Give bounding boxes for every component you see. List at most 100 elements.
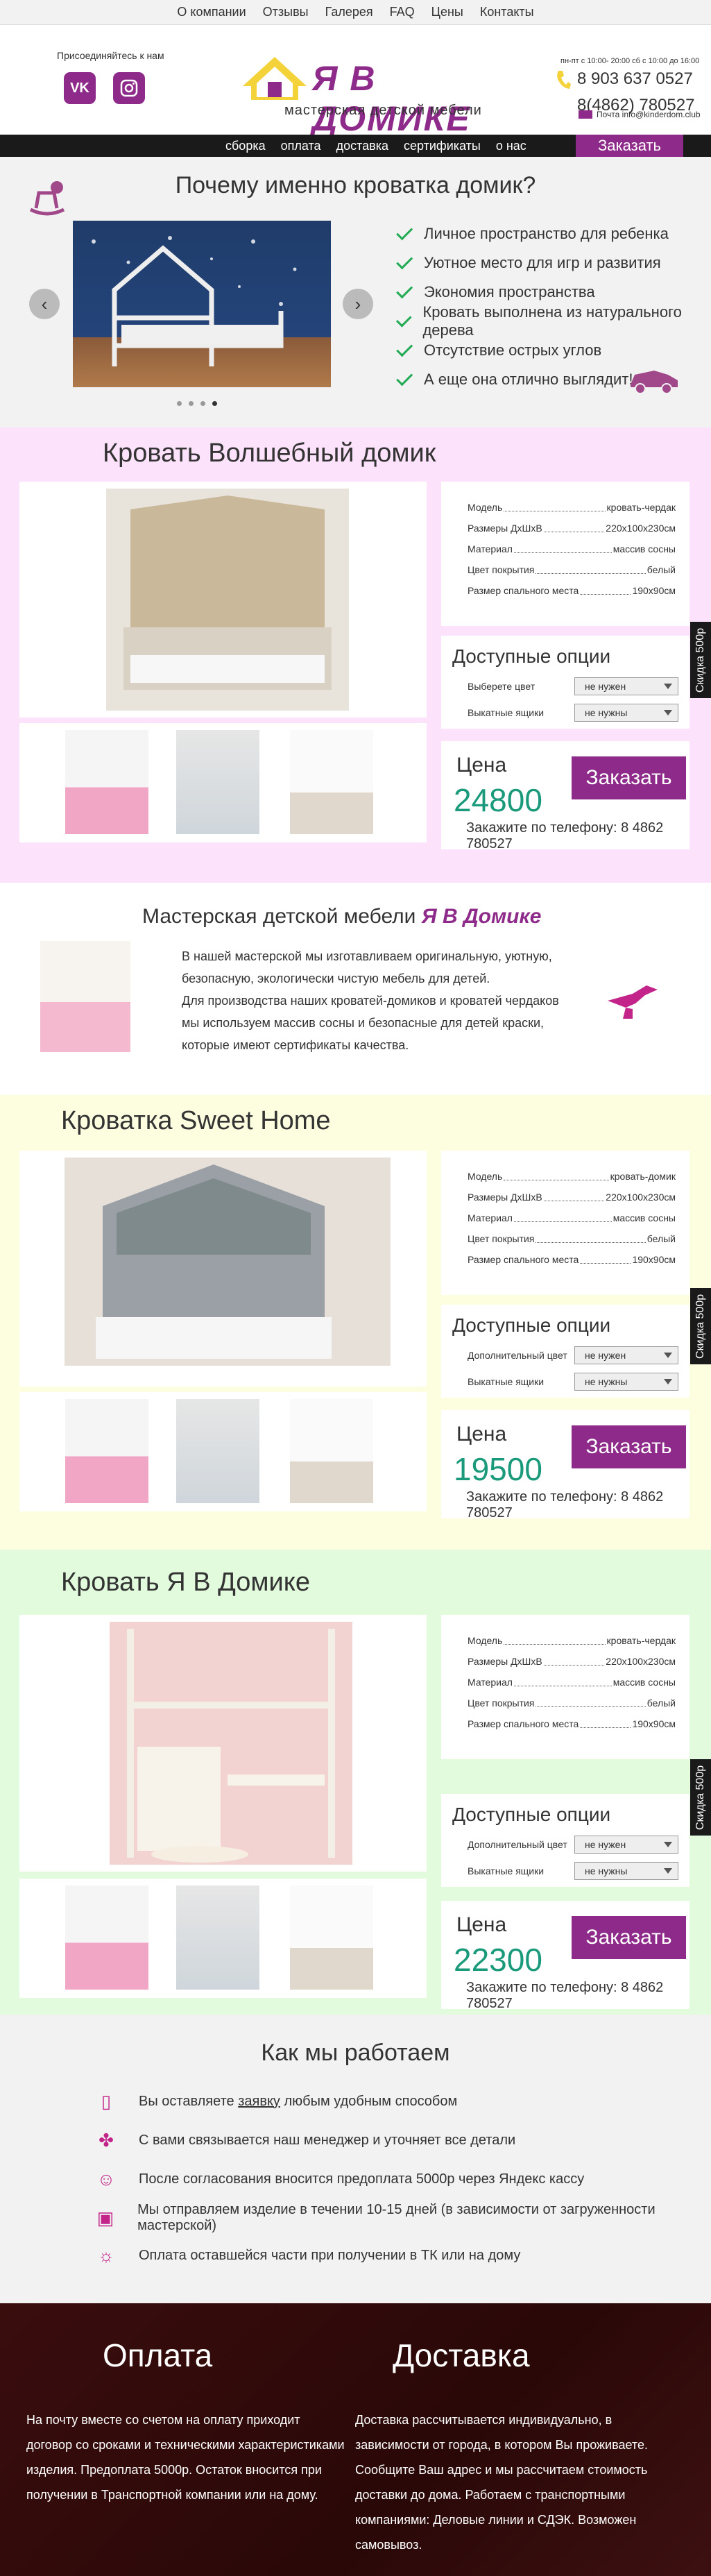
slider-dot[interactable]: [177, 401, 182, 406]
logo[interactable]: Я В ДОМИКЕ мастерская детской мебели: [236, 54, 486, 138]
vk-icon[interactable]: VK: [64, 72, 96, 104]
about-section: Мастерская детской мебели Я В Домике В н…: [0, 883, 711, 1095]
slider-dot[interactable]: [189, 401, 194, 406]
price-value: 24800: [454, 782, 542, 818]
step-item: ☺ После согласования вносится предоплата …: [92, 2162, 585, 2196]
product-thumbnails: [19, 1392, 427, 1511]
stork-icon: [608, 985, 658, 1019]
menu-reviews[interactable]: Отзывы: [263, 5, 309, 19]
social-label: Присоединяйтесь к нам: [57, 50, 164, 61]
how-title: Как мы работаем: [261, 2040, 450, 2066]
order-button[interactable]: Заказать: [572, 1916, 686, 1959]
order-button[interactable]: Заказать: [572, 1425, 686, 1468]
product-main-image: [19, 482, 427, 718]
work-hours: пн-пт с 10:00- 20:00 сб с 10:00 до 16:00: [560, 57, 700, 65]
email[interactable]: Почта info@kinderdom.club: [579, 110, 701, 119]
toy-car-icon: [631, 371, 678, 394]
nav-about[interactable]: о нас: [496, 139, 526, 153]
drawers-select[interactable]: не нужны: [574, 1862, 678, 1880]
feature-item: Кровать выполнена из натурального дерева: [395, 303, 711, 339]
menu-about[interactable]: О компании: [177, 5, 246, 19]
spec-row: Модель кровать-чердак: [468, 1635, 676, 1646]
menu-faq[interactable]: FAQ: [390, 5, 415, 19]
options-title: Доступные опции: [452, 1314, 611, 1336]
thumbnail[interactable]: [290, 1886, 373, 1990]
check-icon: [396, 282, 413, 299]
nav-certificates[interactable]: сертификаты: [404, 139, 481, 153]
menu-contacts[interactable]: Контакты: [480, 5, 534, 19]
product-title: Кроватка Sweet Home: [61, 1106, 331, 1135]
envelope-icon: [579, 110, 592, 119]
chevron-down-icon: [664, 1842, 672, 1847]
product-thumbnails: [19, 723, 427, 842]
feature-item: Личное пространство для ребенка: [396, 219, 711, 248]
toy-train-icon: ▣: [96, 2207, 114, 2228]
instagram-icon[interactable]: [113, 72, 145, 104]
slider-dot[interactable]: [200, 401, 205, 406]
about-text-2: Для производства наших кроватей-домиков …: [182, 994, 559, 1052]
spec-row: Размер спального места 190x90см: [468, 585, 676, 596]
baby-face-icon: ☺: [96, 2168, 116, 2189]
discount-tab[interactable]: Скидка 500р: [690, 1759, 711, 1836]
discount-tab[interactable]: Скидка 500р: [690, 622, 711, 698]
payment-title: Оплата: [103, 2337, 213, 2373]
color-select[interactable]: не нужен: [574, 677, 678, 695]
product-title: Кровать Я В Домике: [61, 1568, 310, 1597]
spec-row: Цвет покрытия белый: [468, 1697, 676, 1709]
slider-prev-button[interactable]: ‹: [29, 289, 60, 319]
about-title: Мастерская детской мебели Я В Домике: [142, 905, 542, 928]
menu-gallery[interactable]: Галерея: [325, 5, 373, 19]
spec-row: Размеры ДхШхВ 220x100x230см: [468, 1656, 676, 1667]
nav-delivery[interactable]: доставка: [336, 139, 388, 153]
option-label: Дополнительный цвет: [468, 1839, 567, 1850]
product-title: Кровать Волшебный домик: [103, 439, 436, 468]
feature-item: Отсутствие острых углов: [396, 336, 711, 365]
spec-row: Размеры ДхШхВ 220x100x230см: [468, 523, 676, 534]
chevron-down-icon: [664, 710, 672, 715]
thumbnail[interactable]: [176, 1399, 259, 1503]
spec-table: Модель кровать-домик Размеры ДхШхВ 220x100…: [441, 1151, 689, 1295]
header: Присоединяйтесь к нам VK Я В ДОМИКЕ маст…: [0, 25, 711, 138]
logo-subtitle: мастерская детской мебели: [284, 103, 482, 118]
thumbnail[interactable]: [290, 1399, 373, 1503]
order-button[interactable]: Заказать: [572, 756, 686, 799]
spec-table: Модель кровать-чердак Размеры ДхШхВ 220x10…: [441, 1615, 689, 1759]
product-thumbnails: [19, 1879, 427, 1998]
options-panel: Доступные опции Дополнительный цвет не ну…: [441, 1794, 689, 1887]
discount-tab[interactable]: Скидка 500р: [690, 1288, 711, 1364]
price-panel: Цена 19500 Заказать Закажите по телефону…: [441, 1410, 689, 1520]
color-select[interactable]: не нужен: [574, 1346, 678, 1364]
footer: Оплата На почту вместе со счетом на опла…: [0, 2303, 711, 2576]
check-icon: [396, 340, 413, 357]
thumbnail[interactable]: [176, 1886, 259, 1990]
color-select[interactable]: не нужен: [574, 1836, 678, 1854]
menu-prices[interactable]: Цены: [431, 5, 463, 19]
options-panel: Доступные опции Дополнительный цвет не ну…: [441, 1305, 689, 1398]
price-value: 22300: [454, 1942, 542, 1978]
phone-1[interactable]: 8 903 637 0527: [577, 69, 693, 89]
product-section-2: Кроватка Sweet Home Модель кровать-домик …: [0, 1095, 711, 1550]
options-title: Доступные опции: [452, 1804, 611, 1825]
thumbnail[interactable]: [65, 1399, 148, 1503]
order-button-top[interactable]: Заказать: [576, 135, 683, 157]
thumbnail[interactable]: [290, 730, 373, 834]
logo-title: Я В ДОМИКЕ: [312, 59, 471, 138]
slider-dot-active[interactable]: [212, 401, 217, 406]
thumbnail[interactable]: [65, 1886, 148, 1990]
thumbnail[interactable]: [65, 730, 148, 834]
price-panel: Цена 22300 Заказать Закажите по телефону…: [441, 1901, 689, 2011]
drawers-select[interactable]: не нужны: [574, 704, 678, 722]
product-section-1: Кровать Волшебный домик Модель кровать-че…: [0, 427, 711, 883]
check-icon: [396, 369, 413, 387]
drawers-select[interactable]: не нужны: [574, 1373, 678, 1391]
option-label: Выкатные ящики: [468, 1376, 545, 1387]
nav-assembly[interactable]: сборка: [225, 139, 266, 153]
brand-name: Я В Домике: [421, 905, 542, 928]
request-link[interactable]: заявку: [238, 2094, 280, 2109]
slider-next-button[interactable]: ›: [343, 289, 373, 319]
check-icon: [395, 311, 412, 328]
how-section: Как мы работаем ▯ Вы оставляете заявку л…: [0, 2015, 711, 2303]
order-phone: Закажите по телефону: 8 4862 780527: [466, 820, 664, 851]
thumbnail[interactable]: [176, 730, 259, 834]
nav-payment[interactable]: оплата: [281, 139, 321, 153]
